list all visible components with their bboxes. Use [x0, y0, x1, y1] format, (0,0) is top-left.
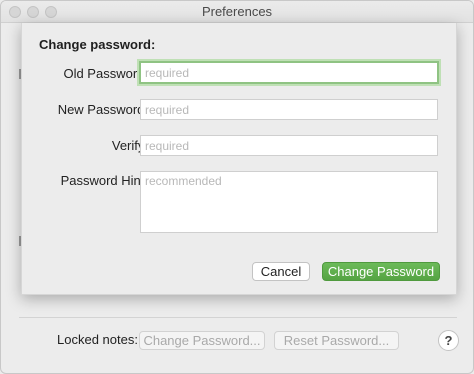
new-password-label: New Password: — [57, 102, 148, 117]
locked-notes-reset-password-button[interactable]: Reset Password... — [274, 331, 399, 350]
window-title: Preferences — [201, 4, 273, 19]
change-password-sheet: Change password: Old Password: New Passw… — [21, 23, 457, 295]
old-password-label: Old Password: — [63, 66, 148, 81]
password-hint-label: Password Hint: — [60, 173, 148, 188]
locked-notes-label: Locked notes: — [57, 332, 138, 347]
preferences-window: Preferences Change password: Old Passwor… — [0, 0, 474, 374]
cancel-button[interactable]: Cancel — [252, 262, 310, 281]
help-button[interactable]: ? — [438, 330, 459, 351]
locked-notes-change-password-button[interactable]: Change Password... — [139, 331, 265, 350]
verify-password-field[interactable] — [140, 135, 438, 156]
footer-divider — [19, 317, 457, 318]
old-password-field[interactable] — [139, 61, 439, 84]
title-bar: Preferences — [1, 1, 473, 23]
new-password-field[interactable] — [140, 99, 438, 120]
change-password-button[interactable]: Change Password — [322, 262, 440, 281]
sheet-heading: Change password: — [39, 37, 156, 52]
password-hint-field[interactable] — [140, 171, 438, 233]
